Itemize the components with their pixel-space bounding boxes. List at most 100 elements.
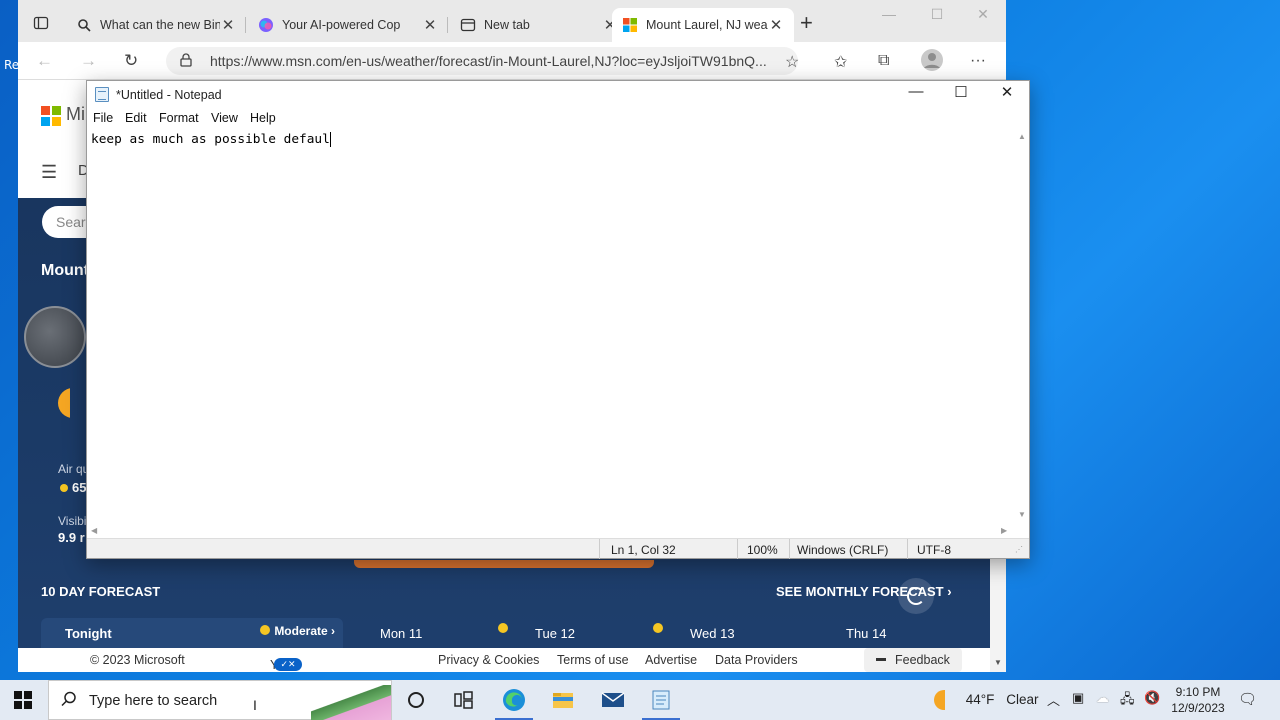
scroll-up-arrow-icon[interactable]: ▲ xyxy=(1018,132,1026,141)
search-icon xyxy=(76,17,92,33)
menu-help[interactable]: Help xyxy=(250,111,276,125)
resize-grip-icon[interactable]: ⋰ xyxy=(1015,545,1023,554)
encoding: UTF-8 xyxy=(917,543,951,557)
sun-icon xyxy=(498,623,508,633)
advertise-link[interactable]: Advertise xyxy=(645,653,697,667)
privacy-cookies-link[interactable]: Privacy & Cookies xyxy=(438,653,539,667)
task-view-icon[interactable] xyxy=(451,688,477,712)
forward-arrow-icon[interactable]: → xyxy=(80,51,97,71)
feedback-button[interactable]: ▬ Feedback xyxy=(864,648,962,672)
text-cursor-icon: I xyxy=(253,697,257,713)
favorites-icon[interactable]: ✩ xyxy=(834,52,847,72)
scroll-down-arrow-icon[interactable]: ▼ xyxy=(994,658,1002,667)
mail-icon[interactable] xyxy=(600,688,626,712)
add-favorite-icon[interactable]: ☆ xyxy=(785,52,799,72)
air-quality-label: Air qu xyxy=(58,462,90,476)
edge-taskbar-icon[interactable] xyxy=(495,688,533,720)
notepad-close-button[interactable]: ✕ xyxy=(984,83,1030,101)
tab-title: New tab xyxy=(484,18,530,32)
meet-now-icon[interactable]: ▣ xyxy=(1072,690,1084,706)
new-tab-button[interactable]: + xyxy=(800,12,813,34)
notification-center-icon[interactable]: 🗨 xyxy=(1238,690,1257,708)
page-footer: © 2023 Microsoft Your Privacy Choices✓✕ … xyxy=(18,648,1006,672)
address-bar[interactable]: https://www.msn.com/en-us/weather/foreca… xyxy=(166,47,798,75)
address-bar-row: ← → ↻ https://www.msn.com/en-us/weather/… xyxy=(18,42,1006,80)
weather-map-bubble[interactable] xyxy=(24,306,86,368)
tab-new-tab[interactable]: New tab ✕ xyxy=(450,8,628,42)
new-tab-page-icon xyxy=(460,17,476,33)
close-tab-icon[interactable]: ✕ xyxy=(422,16,438,34)
weather-temp: 44°F xyxy=(965,691,995,707)
taskbar-clock[interactable]: 9:10 PM 12/9/2023 xyxy=(1168,684,1228,716)
copyright-text: © 2023 Microsoft xyxy=(90,653,185,667)
sun-icon xyxy=(260,625,271,635)
file-explorer-icon[interactable] xyxy=(550,688,576,712)
microsoft-logo-icon xyxy=(622,17,638,33)
back-arrow-icon[interactable]: ← xyxy=(36,51,53,71)
terms-of-use-link[interactable]: Terms of use xyxy=(557,653,629,667)
volume-muted-icon[interactable]: 🔇 xyxy=(1144,690,1160,706)
notepad-horizontal-scrollbar[interactable]: ◀ ▶ xyxy=(87,524,1015,538)
more-menu-icon[interactable]: ··· xyxy=(970,52,986,70)
notepad-vertical-scrollbar[interactable]: ▲ ▼ xyxy=(1015,130,1029,524)
refresh-icon[interactable]: ↻ xyxy=(124,51,138,71)
line-ending: Windows (CRLF) xyxy=(797,543,889,557)
cortana-icon[interactable] xyxy=(403,688,429,712)
onedrive-cloud-icon[interactable]: ☁ xyxy=(1096,690,1109,706)
clock-date: 12/9/2023 xyxy=(1171,701,1225,715)
copilot-icon xyxy=(258,17,274,33)
notepad-taskbar-icon[interactable] xyxy=(642,688,680,720)
visibility-label: Visibi xyxy=(58,514,87,528)
alert-bar[interactable] xyxy=(354,560,654,568)
notepad-text-area[interactable]: keep as much as possible defaul xyxy=(87,130,1015,524)
tab-actions-menu-icon[interactable] xyxy=(30,12,52,34)
notepad-status-bar: Ln 1, Col 32 100% Windows (CRLF) UTF-8 ⋰ xyxy=(87,538,1029,559)
notepad-minimize-button[interactable]: — xyxy=(893,83,939,100)
taskbar-search-box[interactable]: Type here to search I xyxy=(48,680,392,720)
close-tab-icon[interactable]: ✕ xyxy=(768,16,784,34)
taskbar-weather[interactable]: 44°F Clear xyxy=(934,690,1038,710)
desktop-edge-text: Re xyxy=(4,58,20,72)
tab-title: What can the new Bing xyxy=(100,18,220,32)
notepad-title-bar[interactable]: *Untitled - Notepad — ☐ ✕ xyxy=(87,81,1029,108)
feedback-label: Feedback xyxy=(895,653,950,667)
lock-icon xyxy=(180,52,194,70)
tab-strip: What can the new Bing ✕ Your AI-powered … xyxy=(18,0,1006,42)
network-icon[interactable]: 🖧 xyxy=(1120,690,1135,712)
sun-icon xyxy=(653,623,663,633)
forecast-day-tonight[interactable]: Tonight Moderate › xyxy=(41,618,343,648)
menu-edit[interactable]: Edit xyxy=(125,111,147,125)
start-windows-icon[interactable] xyxy=(14,691,32,709)
scroll-down-arrow-icon[interactable]: ▼ xyxy=(1018,510,1026,519)
close-tab-icon[interactable]: ✕ xyxy=(220,16,236,34)
notepad-menu-bar: File Edit Format View Help xyxy=(87,108,1029,130)
microsoft-logo[interactable] xyxy=(41,106,61,126)
notepad-maximize-button[interactable]: ☐ xyxy=(938,83,984,101)
taskbar: Type here to search I 44°F Clear ︿ ▣ ☁ 🖧… xyxy=(0,680,1280,720)
air-quality-badge: Moderate › xyxy=(260,624,335,638)
tab-msn-weather[interactable]: Mount Laurel, NJ wea ✕ xyxy=(612,8,794,42)
menu-view[interactable]: View xyxy=(211,111,238,125)
cursor-position: Ln 1, Col 32 xyxy=(611,543,676,557)
data-providers-link[interactable]: Data Providers xyxy=(715,653,798,667)
hamburger-menu-icon[interactable]: ☰ xyxy=(41,162,57,183)
scroll-left-arrow-icon[interactable]: ◀ xyxy=(91,526,97,535)
maximize-button[interactable]: ☐ xyxy=(914,6,960,23)
tab-title: Your AI-powered Cop xyxy=(282,18,401,32)
tab-bing[interactable]: What can the new Bing ✕ xyxy=(66,8,246,42)
collections-icon[interactable]: ⧉ xyxy=(878,52,889,70)
tab-copilot[interactable]: Your AI-powered Cop ✕ xyxy=(248,8,448,42)
feedback-icon: ▬ xyxy=(876,653,886,664)
menu-file[interactable]: File xyxy=(93,111,113,125)
menu-format[interactable]: Format xyxy=(159,111,199,125)
moon-icon xyxy=(58,388,70,418)
scroll-right-arrow-icon[interactable]: ▶ xyxy=(1001,526,1007,535)
minimize-button[interactable]: — xyxy=(866,6,912,22)
close-window-button[interactable]: ✕ xyxy=(960,6,1006,23)
clock-time: 9:10 PM xyxy=(1175,685,1221,699)
chevron-up-icon[interactable]: ︿ xyxy=(1047,690,1060,709)
forecast-day-label: Tonight xyxy=(65,626,112,641)
tab-title: Mount Laurel, NJ wea xyxy=(646,18,768,32)
text-caret xyxy=(329,132,331,147)
profile-avatar[interactable] xyxy=(920,48,944,77)
